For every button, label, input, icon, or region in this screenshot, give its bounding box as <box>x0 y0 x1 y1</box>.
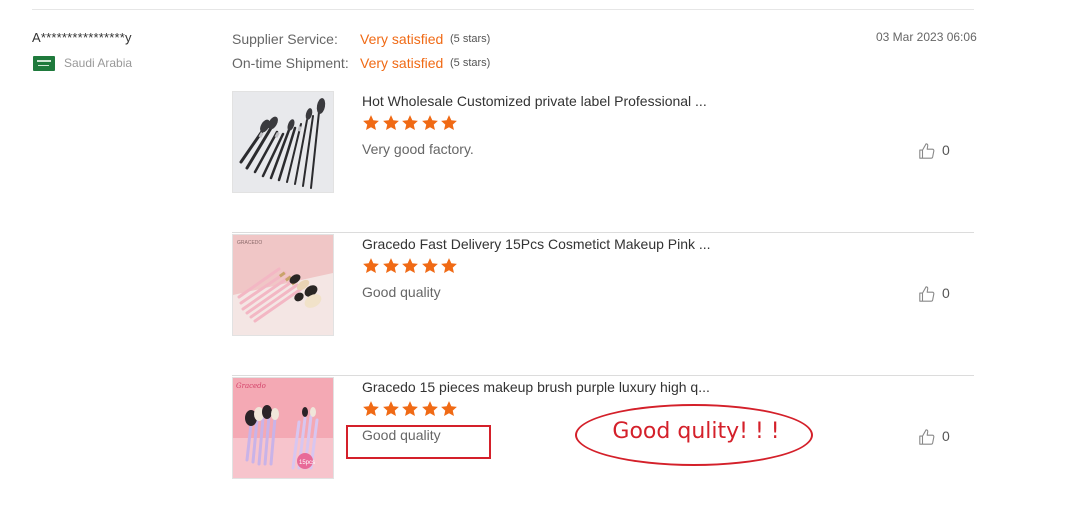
product-title[interactable]: Gracedo 15 pieces makeup brush purple lu… <box>362 379 710 395</box>
thumbs-up-icon <box>918 428 936 446</box>
star-icon <box>362 114 381 132</box>
star-icon <box>440 400 459 418</box>
product-title[interactable]: Hot Wholesale Customized private label P… <box>362 93 707 109</box>
supplier-service-stars-text: (5 stars) <box>450 33 491 45</box>
callout-text: Good qulity! ! ! <box>612 419 780 444</box>
comment-highlight-box <box>346 425 491 459</box>
buyer-country: Saudi Arabia <box>64 56 133 70</box>
like-count: 0 <box>942 428 950 444</box>
product-thumbnail[interactable] <box>232 91 334 193</box>
supplier-service-label: Supplier Service: <box>232 31 338 47</box>
review-comment: Good quality <box>362 284 441 300</box>
review-comment: Very good factory. <box>362 141 474 157</box>
star-icon <box>401 114 420 132</box>
star-icon <box>440 257 459 275</box>
on-time-shipment-stars-text: (5 stars) <box>450 57 491 69</box>
like-button[interactable]: 0 <box>918 427 978 449</box>
thumbs-up-icon <box>918 142 936 160</box>
buyer-name: A****************y <box>32 30 132 45</box>
product-rating <box>362 400 460 418</box>
on-time-shipment-value: Very satisfied <box>360 55 444 71</box>
product-thumbnail[interactable]: Gracedo 15pcs <box>232 377 334 479</box>
top-divider <box>32 9 974 10</box>
saudi-arabia-flag-icon <box>33 56 55 71</box>
star-icon <box>421 257 440 275</box>
product-thumbnail[interactable]: GRACEDO <box>232 234 334 336</box>
like-button[interactable]: 0 <box>918 141 978 163</box>
star-icon <box>382 114 401 132</box>
star-icon <box>382 257 401 275</box>
product-title[interactable]: Gracedo Fast Delivery 15Pcs Cosmetict Ma… <box>362 236 711 252</box>
on-time-shipment-label: On-time Shipment: <box>232 55 349 71</box>
star-icon <box>382 400 401 418</box>
review-date: 03 Mar 2023 06:06 <box>876 30 977 44</box>
product-rating <box>362 114 460 132</box>
star-icon <box>421 400 440 418</box>
star-icon <box>401 400 420 418</box>
star-icon <box>362 400 381 418</box>
callout-ellipse: Good qulity! ! ! <box>575 404 813 466</box>
thumbnail-brand-text: GRACEDO <box>237 240 262 246</box>
thumbnail-brand-text: Gracedo <box>236 382 266 390</box>
like-button[interactable]: 0 <box>918 284 978 306</box>
review-item: GRACEDO Gracedo Fast Delivery 15Pcs Cosm… <box>232 233 974 376</box>
like-count: 0 <box>942 142 950 158</box>
review-item: Hot Wholesale Customized private label P… <box>232 90 974 233</box>
supplier-service-value: Very satisfied <box>360 31 444 47</box>
product-rating <box>362 257 460 275</box>
star-icon <box>401 257 420 275</box>
thumbs-up-icon <box>918 285 936 303</box>
thumbnail-badge-text: 15pcs <box>299 460 315 466</box>
like-count: 0 <box>942 285 950 301</box>
star-icon <box>440 114 459 132</box>
star-icon <box>362 257 381 275</box>
star-icon <box>421 114 440 132</box>
